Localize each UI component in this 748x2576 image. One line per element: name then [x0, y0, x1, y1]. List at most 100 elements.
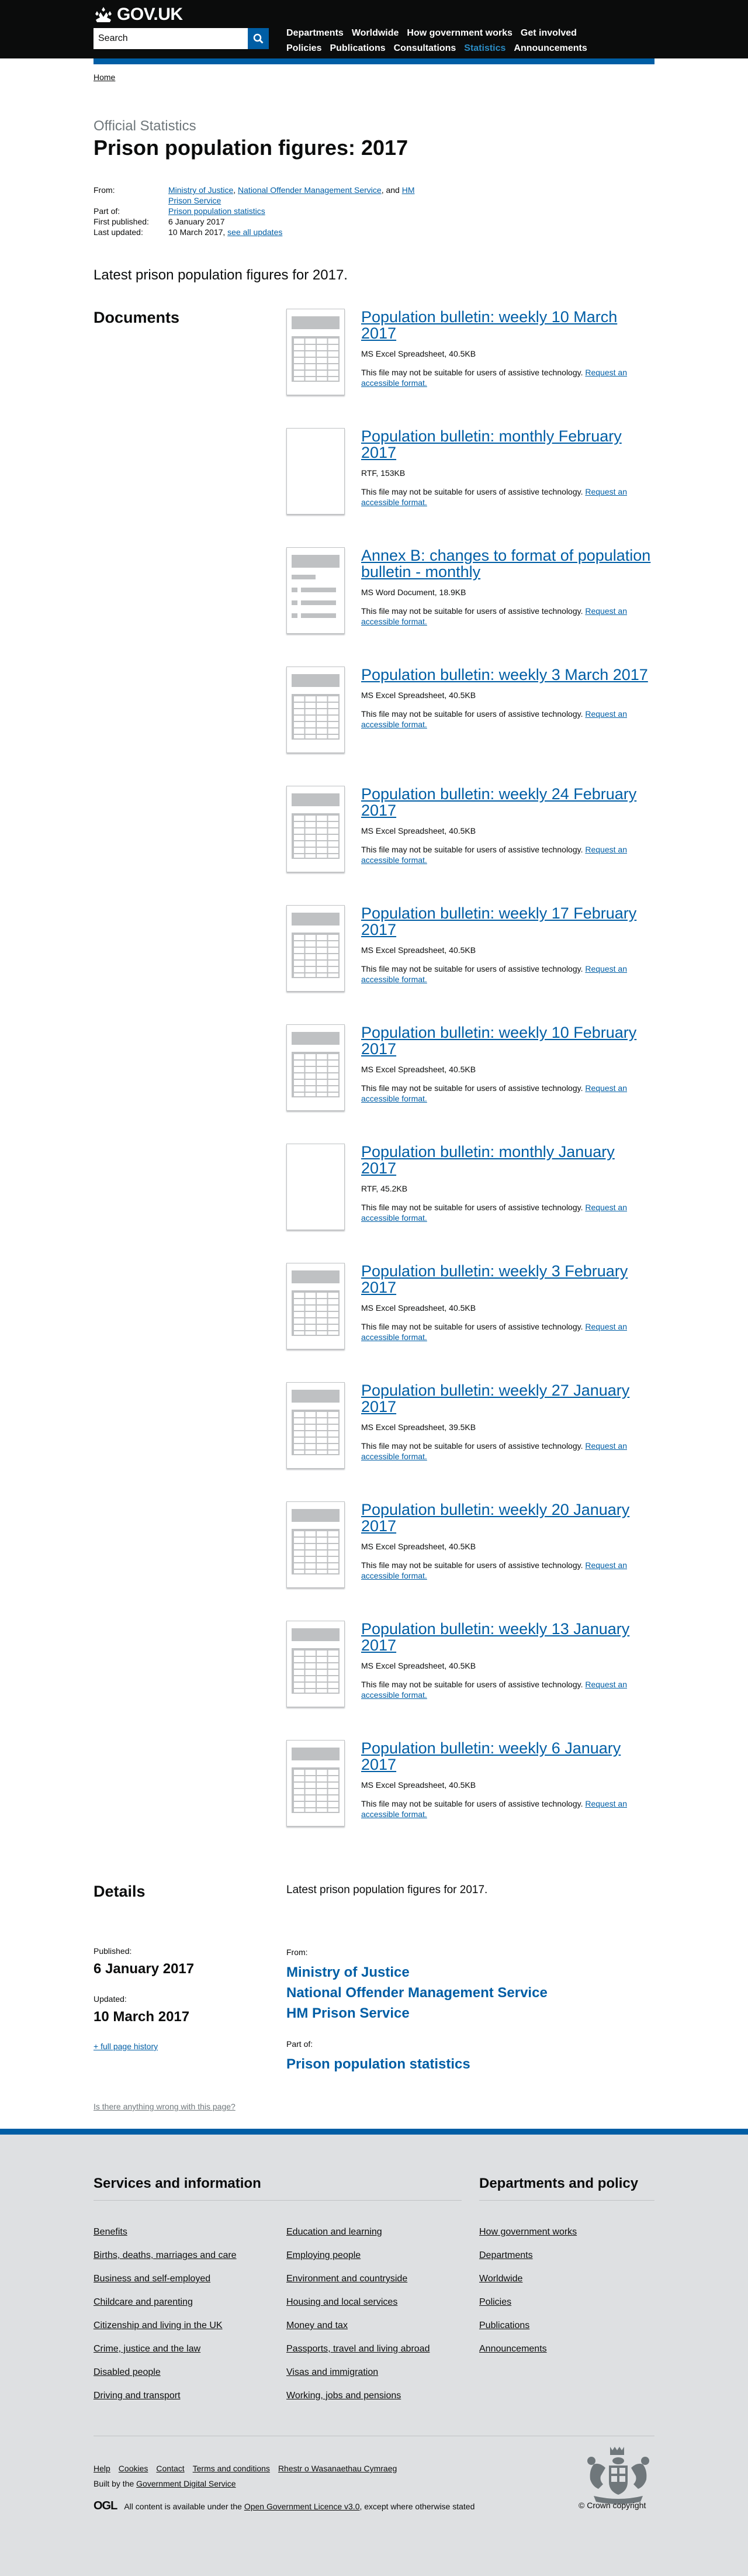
footer-services-link[interactable]: Business and self-employed — [94, 2274, 210, 2284]
org-link-noms[interactable]: National Offender Management Service — [286, 1983, 654, 2003]
document-thumbnail-link[interactable] — [286, 1740, 345, 1826]
footer-meta-link[interactable]: Contact — [156, 2464, 184, 2473]
footer-departments-link[interactable]: Worldwide — [479, 2274, 522, 2284]
document-title-link[interactable]: Population bulletin: weekly 20 January 2… — [361, 1501, 653, 1534]
footer-services-link[interactable]: Childcare and parenting — [94, 2297, 193, 2307]
document-thumbnail-link[interactable] — [286, 547, 345, 634]
document-title-link[interactable]: Population bulletin: weekly 27 January 2… — [361, 1382, 653, 1415]
document-title-link[interactable]: Population bulletin: weekly 3 March 2017 — [361, 667, 653, 683]
footer-services-link[interactable]: Education and learning — [286, 2227, 382, 2237]
footer-services-item: Citizenship and living in the UK — [94, 2321, 286, 2344]
see-all-updates-link[interactable]: see all updates — [227, 227, 282, 237]
document-thumbnail-link[interactable] — [286, 667, 345, 753]
documents-heading: Documents — [94, 309, 180, 326]
accessibility-note-text: This file may not be suitable for users … — [361, 368, 586, 377]
document-title-link[interactable]: Population bulletin: weekly 10 March 201… — [361, 309, 653, 341]
accessibility-note: This file may not be suitable for users … — [361, 844, 653, 865]
thumbnail-grid — [292, 1052, 340, 1097]
thumbnail-content — [292, 316, 340, 382]
thumbnail-line — [301, 613, 336, 618]
meta-part-of-link[interactable]: Prison population statistics — [168, 206, 265, 216]
meta-first-published-row: First published: 6 January 2017 — [94, 216, 421, 227]
org-link-hm-prison-service[interactable]: HM Prison Service — [286, 2003, 654, 2023]
document-thumbnail-link[interactable] — [286, 309, 345, 395]
footer-departments-link[interactable]: Announcements — [479, 2344, 547, 2354]
org-link-ministry-of-justice[interactable]: Ministry of Justice — [286, 1962, 654, 1983]
footer-services-link[interactable]: Disabled people — [94, 2367, 161, 2377]
thumbnail-bullet — [292, 588, 297, 592]
footer-meta-link[interactable]: Terms and conditions — [193, 2464, 270, 2473]
footer-services-link[interactable]: Citizenship and living in the UK — [94, 2321, 223, 2330]
footer-departments-link[interactable]: Departments — [479, 2250, 533, 2260]
footer-services-link[interactable]: Benefits — [94, 2227, 127, 2237]
page-title: Prison population figures: 2017 — [94, 136, 408, 160]
footer-services-item: Business and self-employed — [94, 2274, 286, 2297]
services-links: Benefits Education and learning Births, de… — [94, 2227, 479, 2414]
document-title-link[interactable]: Population bulletin: weekly 3 February 2… — [361, 1263, 653, 1296]
document-thumbnail-link[interactable] — [286, 1382, 345, 1469]
document-details: Population bulletin: weekly 24 February … — [361, 786, 653, 865]
document-title-link[interactable]: Annex B: changes to format of population… — [361, 547, 653, 580]
accessibility-note-text: This file may not be suitable for users … — [361, 1083, 586, 1093]
document-title-link[interactable]: Population bulletin: weekly 24 February … — [361, 786, 653, 819]
document-title-link[interactable]: Population bulletin: monthly January 201… — [361, 1144, 653, 1176]
accessibility-note: This file may not be suitable for users … — [361, 1083, 653, 1104]
footer-services-item: Births, deaths, marriages and care — [94, 2250, 286, 2274]
footer-services-link[interactable]: Visas and immigration — [286, 2367, 378, 2377]
document-details: Population bulletin: monthly February 20… — [361, 428, 653, 507]
open-government-licence-link[interactable]: Open Government Licence v3.0 — [244, 2502, 360, 2511]
accessibility-note: This file may not be suitable for users … — [361, 709, 653, 730]
details-organisations: From: Ministry of Justice National Offen… — [286, 1947, 654, 2074]
footer-meta-links: Help Cookies Contact Terms and conditions Rh… — [94, 2464, 397, 2473]
footer-services-link[interactable]: Employing people — [286, 2250, 361, 2260]
document-title-link[interactable]: Population bulletin: monthly February 20… — [361, 428, 653, 461]
published-date: 6 January 2017 — [94, 1961, 195, 1977]
footer-departments-link[interactable]: Publications — [479, 2321, 529, 2330]
document-thumbnail-link[interactable] — [286, 786, 345, 872]
document-title-link[interactable]: Population bulletin: weekly 17 February … — [361, 905, 653, 938]
document-file-info: MS Excel Spreadsheet, 40.5KB — [361, 349, 476, 358]
document-title-link[interactable]: Population bulletin: weekly 13 January 2… — [361, 1621, 653, 1653]
report-problem-link[interactable]: Is there anything wrong with this page? — [94, 2102, 236, 2111]
footer-services-link[interactable]: Births, deaths, marriages and care — [94, 2250, 237, 2260]
royal-coat-of-arms-icon — [587, 2447, 649, 2504]
footer-services-link[interactable]: Housing and local services — [286, 2297, 397, 2307]
main-content: Home Official Statistics Prison populati… — [94, 0, 654, 2129]
collection-link-prison-population-statistics[interactable]: Prison population statistics — [286, 2054, 654, 2074]
meta-from-noms-link[interactable]: National Offender Management Service — [238, 185, 382, 195]
document-item: Population bulletin: monthly January 201… — [286, 1144, 654, 1263]
footer-services-link[interactable]: Passports, travel and living abroad — [286, 2344, 430, 2354]
document-thumbnail-link[interactable] — [286, 1263, 345, 1349]
footer-meta-link[interactable]: Rhestr o Wasanaethau Cymraeg — [278, 2464, 397, 2473]
document-thumbnail-link[interactable] — [286, 428, 345, 514]
footer-services-link[interactable]: Money and tax — [286, 2321, 348, 2330]
footer-departments-link[interactable]: How government works — [479, 2227, 577, 2237]
document-thumbnail-link[interactable] — [286, 1621, 345, 1707]
document-title-link[interactable]: Population bulletin: weekly 6 January 20… — [361, 1740, 653, 1773]
breadcrumb-home-link[interactable]: Home — [94, 72, 115, 82]
full-page-history-link[interactable]: + full page history — [94, 2042, 158, 2051]
footer-meta-link[interactable]: Help — [94, 2464, 110, 2473]
document-item: Population bulletin: weekly 17 February … — [286, 905, 654, 1024]
document-thumbnail-link[interactable] — [286, 1144, 345, 1230]
footer-services-link[interactable]: Driving and transport — [94, 2391, 181, 2401]
document-title-link[interactable]: Population bulletin: weekly 10 February … — [361, 1024, 653, 1057]
footer-services-link[interactable]: Environment and countryside — [286, 2274, 407, 2284]
accessibility-note: This file may not be suitable for users … — [361, 1560, 653, 1581]
meta-from-moj-link[interactable]: Ministry of Justice — [168, 185, 233, 195]
document-thumbnail-link[interactable] — [286, 1024, 345, 1111]
footer-services-link[interactable]: Crime, justice and the law — [94, 2344, 200, 2354]
thumbnail-grid — [292, 1529, 340, 1574]
thumbnail-grid — [292, 1767, 340, 1813]
document-thumbnail-link[interactable] — [286, 1501, 345, 1588]
site-footer: Services and information Benefits Educati… — [0, 2129, 748, 2576]
document-details: Population bulletin: weekly 20 January 2… — [361, 1501, 653, 1581]
meta-from-label: From: — [94, 185, 115, 195]
footer-meta-link[interactable]: Cookies — [119, 2464, 148, 2473]
details-part-of-label: Part of: — [286, 2039, 313, 2049]
footer-departments-link[interactable]: Policies — [479, 2297, 511, 2307]
document-thumbnail-link[interactable] — [286, 905, 345, 992]
publication-dates: Published: 6 January 2017 Updated: 10 Ma… — [94, 1946, 269, 2052]
gds-link[interactable]: Government Digital Service — [136, 2479, 236, 2488]
footer-services-link[interactable]: Working, jobs and pensions — [286, 2391, 401, 2401]
